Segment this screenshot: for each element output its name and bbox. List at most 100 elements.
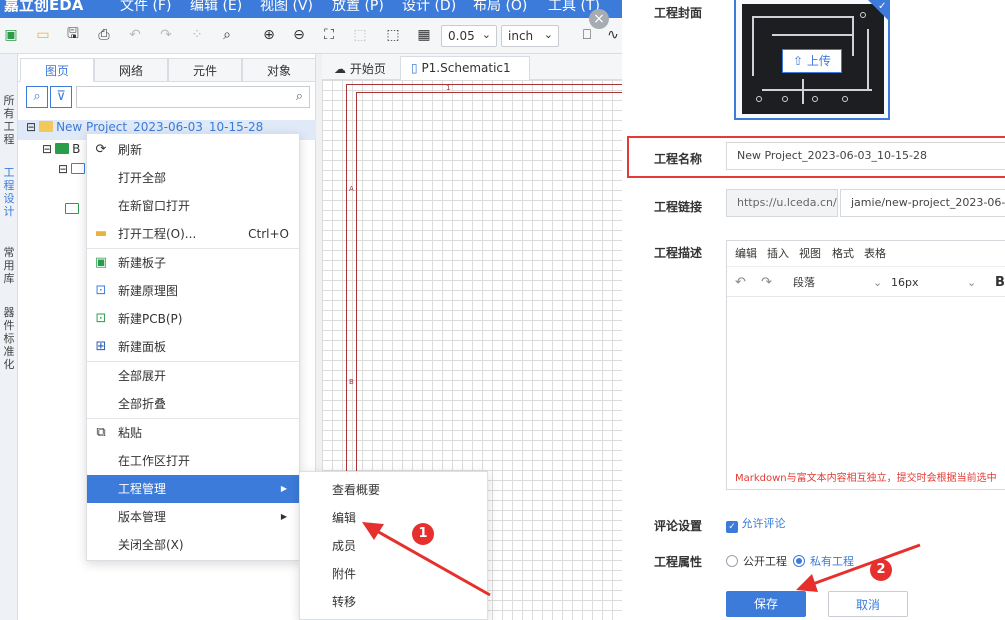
project-cover[interactable]: ⇧ 上传 ✓ [734,0,890,120]
search-input[interactable]: ⌕ [76,86,310,108]
submenu-item-members[interactable]: 成员 [300,532,487,560]
submenu-item-attachments[interactable]: 附件 [300,560,487,588]
board-name: B [72,142,81,156]
sidebar-tab-project-design[interactable]: 工程设计 [1,166,17,218]
menu-item-collapse-all[interactable]: 全部折叠 [87,390,299,418]
editor-menu-format[interactable]: 格式 [832,241,854,267]
step-badge-2: 2 [870,559,892,581]
grid-dots-icon[interactable]: ⁘ [186,24,208,46]
unit-select[interactable]: inch ⌄ [501,25,559,47]
description-editor[interactable]: 编辑 插入 视图 格式 表格 ↶ ↷ 段落 ⌄ 16px ⌄ B Markdow… [726,240,1005,490]
tree-row-board[interactable]: ⊟ B [42,142,80,162]
submenu-item-label: 查看概要 [332,483,381,497]
menu-edit[interactable]: 编辑 (E) [190,0,242,15]
allow-comment-checkbox[interactable]: ✓ 允许评论 [726,515,786,533]
collapse-icon[interactable]: ⊟ [26,120,36,134]
menu-item-expand-all[interactable]: 全部展开 [87,362,299,390]
menu-item-open-in-workspace[interactable]: 在工作区打开 [87,447,299,475]
menu-item-label: 版本管理 [118,510,167,524]
menu-bar: 嘉立创EDA 文件 (F) 编辑 (E) 视图 (V) 放置 (P) 设计 (D… [0,0,622,18]
menu-item-label: 新建原理图 [118,284,179,298]
folder-icon[interactable]: ▭ [32,24,54,46]
menu-item-refresh[interactable]: ⟳ 刷新 [87,136,299,164]
bold-button[interactable]: B [995,269,1005,297]
menu-place[interactable]: 放置 (P) [332,0,384,15]
save-icon[interactable]: 🖫 [62,24,84,46]
filter-icon[interactable]: ⊽ [50,86,72,108]
tab-pages[interactable]: 图页 [20,58,94,82]
new-board-icon[interactable]: ▣ [0,24,22,46]
menu-item-new-panel[interactable]: ⊞ 新建面板 [87,333,299,361]
menu-item-new-board[interactable]: ▣ 新建板子 [87,249,299,277]
redo-icon[interactable]: ↷ [761,269,772,297]
paragraph-select[interactable]: 段落 [793,269,815,297]
menu-view[interactable]: 视图 (V) [260,0,313,15]
menu-file[interactable]: 文件 (F) [120,0,171,15]
submenu-item-overview[interactable]: 查看概要 [300,476,487,504]
zoom-area-icon[interactable]: ⬚ [382,24,404,46]
tab-schematic[interactable]: ▯ P1.Schematic1 [400,56,530,80]
find-icon[interactable]: ⌕ [216,24,238,46]
undo-icon[interactable]: ↶ [735,269,746,297]
wire-icon[interactable]: ∿ [602,24,622,46]
name-label: 工程名称 [654,152,703,166]
editor-menu-insert[interactable]: 插入 [767,241,789,267]
tab-objects[interactable]: 对象 [242,58,316,82]
submenu-item-transfer[interactable]: 转移 [300,588,487,616]
menu-item-project-management[interactable]: 工程管理 ▶ [87,475,299,503]
submenu-item-label: 转移 [332,595,357,609]
fit-selection-icon[interactable]: ⬚ [349,24,371,46]
font-size-select[interactable]: 16px [891,269,919,297]
sidebar-tab-common-library[interactable]: 常用库 [1,246,17,285]
menu-layout[interactable]: 布局 (O) [473,0,527,15]
tab-start-page[interactable]: ☁ 开始页 [324,56,396,80]
radio-public[interactable] [726,555,738,567]
sidebar-tab-all-projects[interactable]: 所有工程 [1,94,17,146]
cancel-button[interactable]: 取消 [828,591,908,617]
selected-check-icon: ✓ [868,0,890,22]
project-name-input[interactable]: New Project_2023-06-03_10-15-28 [726,142,1005,170]
search-icon[interactable]: ⌕ [26,86,48,108]
editor-menu-edit[interactable]: 编辑 [735,241,757,267]
fit-all-icon[interactable]: ⛶ [318,24,340,46]
undo-icon[interactable]: ↶ [124,24,146,46]
menu-item-open-new-window[interactable]: 在新窗口打开 [87,192,299,220]
link-label: 工程链接 [654,200,703,214]
tab-components[interactable]: 元件 [168,58,242,82]
editor-menu-view[interactable]: 视图 [799,241,821,267]
tree-row-pcb[interactable] [62,202,82,222]
redo-icon[interactable]: ↷ [155,24,177,46]
link-input[interactable]: jamie/new-project_2023-06-03_10 [840,189,1005,217]
radio-private[interactable] [793,555,805,567]
menu-design[interactable]: 设计 (D) [402,0,456,15]
new-panel-icon: ⊞ [95,339,107,354]
collapse-icon[interactable]: ⊟ [58,162,68,176]
menu-item-label: 在工作区打开 [118,454,191,468]
project-settings-dialog: 工程封面 ⇧ 上传 ✓ 工程名称 New Project_2023-06-03_… [622,0,1005,620]
document-icon: ▯ [411,61,418,75]
upload-button[interactable]: ⇧ 上传 [782,49,842,73]
chevron-down-icon: ⌄ [967,276,977,289]
collapse-icon[interactable]: ⊟ [42,142,52,156]
grid-size-select[interactable]: 0.05 ⌄ [441,25,497,47]
save-all-icon[interactable]: ⎙ [93,24,115,46]
close-icon[interactable]: × [589,9,609,29]
zoom-out-icon[interactable]: ⊖ [288,24,310,46]
submenu-item-edit[interactable]: 编辑 [300,504,487,532]
menu-item-open-all[interactable]: 打开全部 [87,164,299,192]
grid-icon[interactable]: ▦ [413,24,435,46]
menu-item-new-schematic[interactable]: ⊡ 新建原理图 [87,277,299,305]
menu-item-version-management[interactable]: 版本管理 ▶ [87,503,299,531]
zoom-in-icon[interactable]: ⊕ [258,24,280,46]
menu-item-paste[interactable]: ⧉ 粘贴 [87,419,299,447]
menu-item-open-project[interactable]: ▬ 打开工程(O)... Ctrl+O [87,220,299,248]
editor-menu-table[interactable]: 表格 [864,241,886,267]
tab-start-page-label: 开始页 [349,62,386,76]
tab-nets[interactable]: 网络 [94,58,168,82]
menu-item-label: 在新窗口打开 [118,199,191,213]
tree-row-schematic[interactable]: ⊟ [58,162,88,182]
menu-item-close-all[interactable]: 关闭全部(X) [87,531,299,559]
menu-item-new-pcb[interactable]: ⊡ 新建PCB(P) [87,305,299,333]
save-button[interactable]: 保存 [726,591,806,617]
sidebar-tab-standardization[interactable]: 器件标准化 [1,306,17,371]
